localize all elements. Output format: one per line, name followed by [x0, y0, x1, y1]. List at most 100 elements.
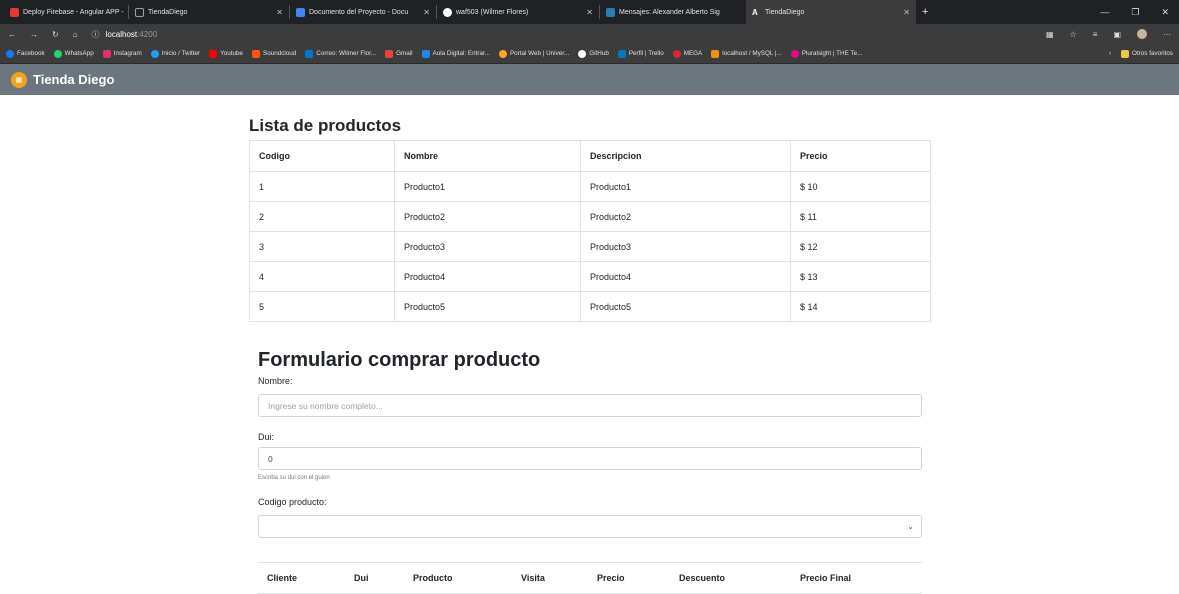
- close-icon[interactable]: ✕: [276, 8, 283, 17]
- cell-nombre: Producto3: [394, 231, 581, 262]
- table-row[interactable]: 4 Producto4 Producto4 $ 13: [249, 261, 931, 292]
- home-icon[interactable]: ⌂: [73, 30, 78, 39]
- dui-input[interactable]: [258, 447, 922, 470]
- sales-table: Cliente Dui Producto Visita Precio Descu…: [258, 562, 922, 594]
- header-precio: Precio: [790, 140, 931, 172]
- bookmark-aula-digital[interactable]: Aula Digital: Entrar...: [421, 49, 490, 58]
- favorites-icon[interactable]: ≡: [1093, 30, 1098, 39]
- header-descripcion: Descripcion: [580, 140, 791, 172]
- back-icon[interactable]: ←: [8, 30, 16, 39]
- reader-icon[interactable]: ▦: [1046, 30, 1054, 39]
- star-icon[interactable]: ☆: [1070, 30, 1077, 39]
- page-icon: [135, 7, 144, 17]
- app-navbar: ▦ Tienda Diego: [0, 64, 1179, 95]
- bookmark-label: Inicio / Twitter: [161, 50, 201, 57]
- browser-tab-tiendadiego-active[interactable]: A TiendaDiego ✕: [746, 0, 916, 24]
- header-precio-final: Precio Final: [791, 562, 922, 594]
- browser-tab-tiendadiego[interactable]: TiendaDiego ✕: [129, 0, 289, 24]
- forward-icon[interactable]: →: [30, 30, 38, 39]
- collections-icon[interactable]: ▣: [1113, 30, 1121, 39]
- bookmark-github[interactable]: GitHub: [578, 49, 609, 58]
- header-nombre: Nombre: [394, 140, 581, 172]
- header-codigo: Codigo: [249, 140, 395, 172]
- bookmark-other-favorites[interactable]: Otros favoritos: [1121, 49, 1173, 58]
- plus-icon: +: [922, 6, 929, 18]
- bookmark-twitter[interactable]: Inicio / Twitter: [150, 49, 201, 58]
- bookmarks-overflow: › Otros favoritos: [1109, 49, 1173, 58]
- bookmark-instagram[interactable]: Instagram: [102, 49, 142, 58]
- gmail-icon: [385, 49, 394, 58]
- soundcloud-icon: [252, 49, 260, 58]
- name-input[interactable]: [258, 394, 922, 417]
- bookmark-phpmyadmin[interactable]: localhost / MySQL |...: [711, 49, 782, 58]
- reload-icon[interactable]: ↻: [52, 30, 59, 39]
- chevron-right-icon[interactable]: ›: [1109, 50, 1111, 57]
- form-title: Formulario comprar producto: [258, 349, 541, 371]
- browser-tab-deploy-firebase[interactable]: Deploy Firebase - Angular APP - ✕: [4, 0, 128, 24]
- bookmark-gmail[interactable]: Gmail: [385, 49, 413, 58]
- maximize-icon[interactable]: ❐: [1131, 7, 1139, 18]
- minimize-icon[interactable]: —: [1100, 7, 1109, 17]
- bookmark-whatsapp[interactable]: WhatsApp: [53, 49, 94, 58]
- new-tab-button[interactable]: +: [916, 0, 936, 24]
- table-row[interactable]: 3 Producto3 Producto3 $ 12: [249, 231, 931, 262]
- bookmark-soundcloud[interactable]: Soundcloud: [252, 49, 297, 58]
- pluralsight-icon: [790, 49, 799, 58]
- chevron-down-icon: ⌄: [907, 522, 914, 531]
- cell-codigo: 2: [249, 201, 395, 232]
- bookmark-label: Correo: Wilmer Flor...: [316, 50, 377, 57]
- cell-precio: $ 14: [790, 291, 931, 322]
- bookmark-mega[interactable]: MEGA: [672, 49, 702, 58]
- mega-icon: [672, 49, 681, 58]
- cell-codigo: 5: [249, 291, 395, 322]
- tab-label: waf503 (Wilmer Flores): [456, 8, 529, 16]
- header-producto: Producto: [404, 562, 512, 594]
- tab-label: Documento del Proyecto - Docu: [309, 8, 409, 16]
- bookmark-pluralsight[interactable]: Pluralsight | THE Te...: [790, 49, 862, 58]
- browser-tab-github[interactable]: waf503 (Wilmer Flores) ✕: [437, 0, 599, 24]
- angular-icon: A: [752, 7, 758, 17]
- bookmark-portal-web[interactable]: Portal Web | Univer...: [498, 49, 570, 58]
- bookmark-label: Soundcloud: [263, 50, 297, 57]
- bookmark-label: Otros favoritos: [1132, 50, 1173, 57]
- table-row[interactable]: 2 Producto2 Producto2 $ 11: [249, 201, 931, 232]
- browser-tab-mensajes[interactable]: Mensajes: Alexander Alberto Sig: [600, 0, 746, 24]
- product-code-label: Codigo producto:: [258, 497, 327, 507]
- bookmark-trello[interactable]: Perfil | Trello: [617, 49, 664, 58]
- bookmark-label: Portal Web | Univer...: [509, 50, 570, 57]
- cell-precio: $ 12: [790, 231, 931, 262]
- table-row[interactable]: 5 Producto5 Producto5 $ 14: [249, 291, 931, 322]
- cell-codigo: 4: [249, 261, 395, 292]
- cell-nombre: Producto2: [394, 201, 581, 232]
- products-table: Codigo Nombre Descripcion Precio 1 Produ…: [249, 140, 931, 322]
- tab-label: Deploy Firebase - Angular APP -: [23, 8, 124, 16]
- table-row[interactable]: 1 Producto1 Producto1 $ 10: [249, 171, 931, 202]
- cell-precio: $ 11: [790, 201, 931, 232]
- name-label: Nombre:: [258, 376, 293, 386]
- bookmark-youtube[interactable]: Youtube: [209, 49, 243, 58]
- youtube-icon: [209, 49, 218, 58]
- url-host: localhost: [105, 29, 138, 39]
- bookmark-label: Youtube: [220, 50, 243, 57]
- cell-nombre: Producto4: [394, 261, 581, 292]
- tab-label: TiendaDiego: [765, 8, 805, 16]
- facebook-icon: [6, 49, 14, 58]
- profile-avatar[interactable]: [1137, 29, 1147, 39]
- info-icon: ⓘ: [91, 29, 100, 39]
- close-icon[interactable]: ✕: [586, 8, 593, 17]
- url-field[interactable]: ⓘ localhost:4200: [92, 29, 158, 40]
- bookmark-label: Facebook: [17, 50, 45, 57]
- close-window-icon[interactable]: ✕: [1161, 7, 1169, 18]
- bookmark-outlook[interactable]: Correo: Wilmer Flor...: [305, 49, 377, 58]
- bookmarks-bar: Facebook WhatsApp Instagram Inicio / Twi…: [0, 44, 1179, 64]
- close-icon[interactable]: ✕: [423, 8, 430, 17]
- more-icon[interactable]: ···: [1163, 30, 1171, 39]
- close-icon[interactable]: ✕: [903, 8, 910, 17]
- navbar-brand[interactable]: Tienda Diego: [33, 72, 114, 87]
- folder-icon: [1121, 49, 1130, 58]
- browser-tab-documento[interactable]: Documento del Proyecto - Docu ✕: [290, 0, 436, 24]
- bookmark-facebook[interactable]: Facebook: [6, 49, 45, 58]
- aula-icon: [421, 49, 430, 58]
- product-code-select[interactable]: ⌄: [258, 515, 922, 538]
- cell-descripcion: Producto3: [580, 231, 791, 262]
